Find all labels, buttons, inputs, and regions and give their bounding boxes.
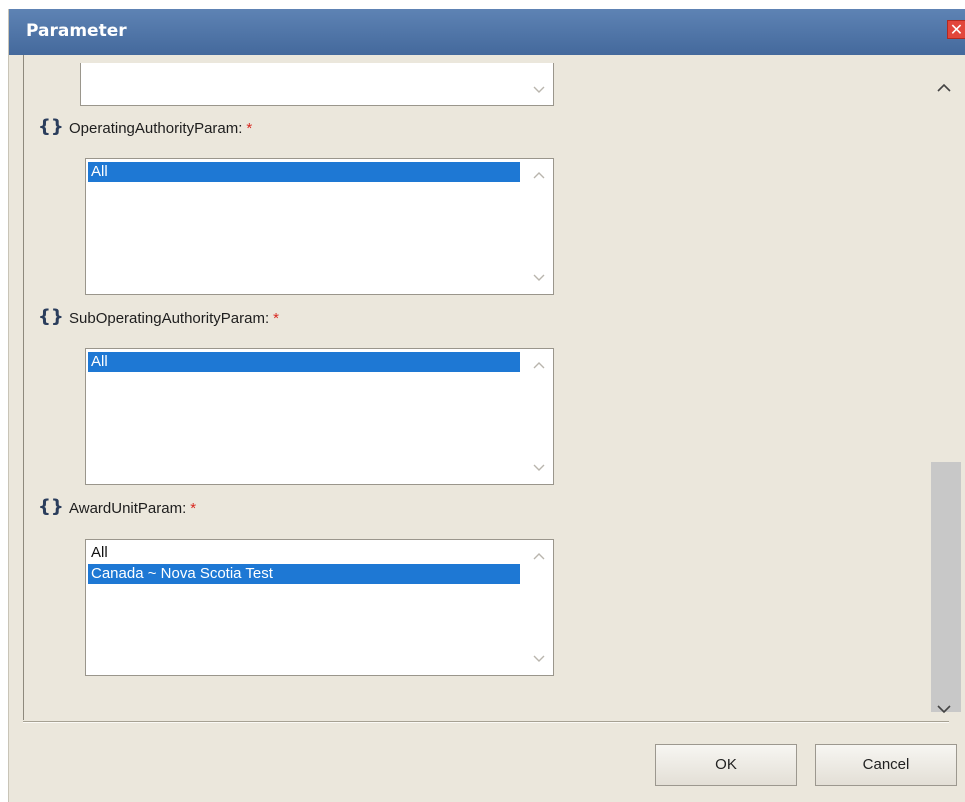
required-asterisk: * <box>190 500 197 517</box>
title-bar[interactable]: Parameter ✕ <box>9 9 965 55</box>
list-option[interactable]: All <box>88 162 520 182</box>
curly-braces-icon: {} <box>38 116 64 137</box>
curly-braces-icon: {} <box>38 306 64 327</box>
chevron-down-icon[interactable] <box>533 463 545 473</box>
close-icon: ✕ <box>949 20 964 39</box>
ok-button[interactable]: OK <box>655 744 797 786</box>
curly-braces-icon: {} <box>38 496 64 517</box>
list-option[interactable]: All <box>88 352 520 372</box>
previous-param-listbox[interactable] <box>80 63 554 106</box>
cancel-button[interactable]: Cancel <box>815 744 957 786</box>
chevron-up-icon[interactable] <box>533 551 545 561</box>
param-label-award-unit: AwardUnitParam: * <box>69 500 197 517</box>
required-asterisk: * <box>246 120 253 137</box>
chevron-down-icon[interactable] <box>533 654 545 664</box>
required-asterisk: * <box>273 310 279 327</box>
award-unit-listbox[interactable]: All Canada ~ Nova Scotia Test <box>85 539 554 676</box>
close-button[interactable]: ✕ <box>947 20 965 39</box>
dialog-title: Parameter <box>26 21 127 41</box>
chevron-up-icon[interactable] <box>533 360 545 370</box>
parameters-scroll-area[interactable]: {} OperatingAuthorityParam: * All {} SubO… <box>23 55 964 720</box>
chevron-up-icon[interactable] <box>533 170 545 180</box>
scrollbar-thumb[interactable] <box>931 462 961 712</box>
chevron-down-icon[interactable] <box>533 273 545 283</box>
list-option[interactable]: All <box>88 543 520 563</box>
param-label-operating-authority: OperatingAuthorityParam: * <box>69 120 253 137</box>
sub-operating-authority-listbox[interactable]: All <box>85 348 554 485</box>
param-label-sub-operating-authority: SubOperatingAuthorityParam: * <box>69 310 279 327</box>
operating-authority-listbox[interactable]: All <box>85 158 554 295</box>
chevron-down-icon[interactable] <box>533 85 545 95</box>
list-option[interactable]: Canada ~ Nova Scotia Test <box>88 564 520 584</box>
parameter-dialog: Parameter ✕ {} OperatingAuthorityParam: *… <box>8 9 965 802</box>
separator <box>23 721 949 723</box>
chevron-down-icon[interactable] <box>936 703 952 715</box>
chevron-up-icon[interactable] <box>936 82 952 94</box>
